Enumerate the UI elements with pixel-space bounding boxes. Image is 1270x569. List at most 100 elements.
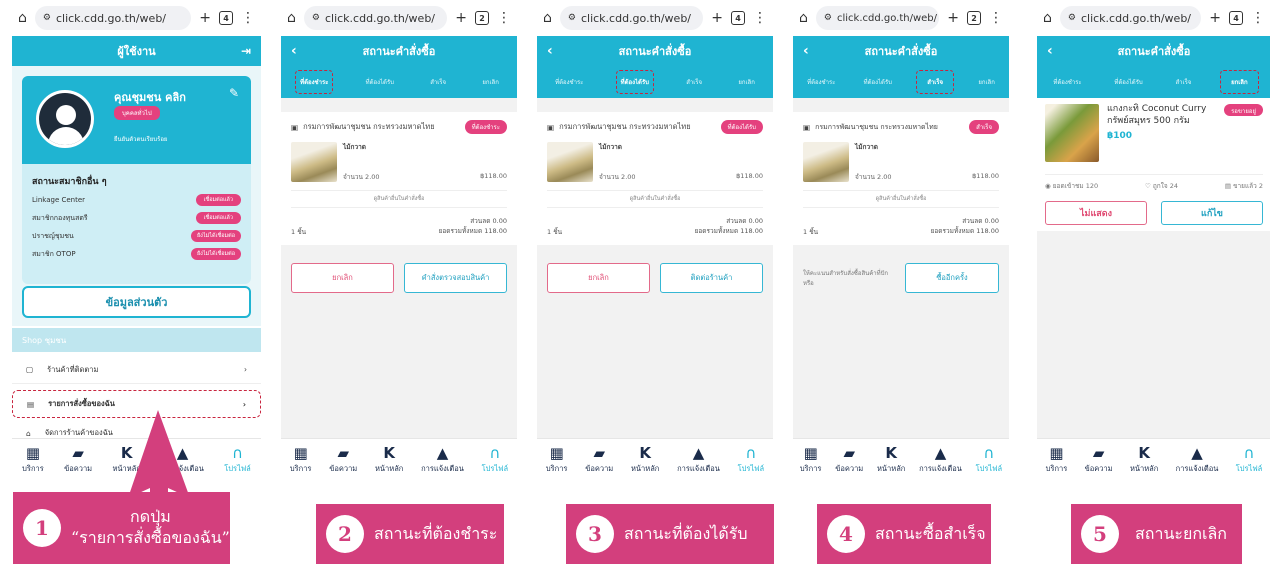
tab-to-receive[interactable]: ที่ต้องได้รับ	[615, 70, 654, 94]
url-bar[interactable]: ⚙ click.cdd.go.th/web/	[303, 6, 448, 30]
logout-icon[interactable]: ⇥	[241, 44, 251, 58]
cancel-button[interactable]: ยกเลิก	[291, 262, 394, 293]
nav-home[interactable]: K หน้าหลัก	[631, 446, 659, 475]
tab-completed[interactable]: สำเร็จ	[682, 71, 706, 93]
tab-to-receive[interactable]: ที่ต้องได้รับ	[860, 71, 896, 93]
check-order-button[interactable]: คำสั่งตรวจสอบสินค้า	[404, 262, 507, 293]
tab-completed[interactable]: สำเร็จ	[916, 70, 955, 94]
back-icon[interactable]: ‹	[1047, 43, 1053, 59]
chat-icon: ▰	[843, 444, 855, 462]
profile-icon: ∩	[983, 444, 995, 462]
tab-count[interactable]: 2	[967, 11, 981, 25]
nav-messages[interactable]: ▰ ข้อความ	[585, 446, 613, 475]
order-card[interactable]: ▣ กรมการพัฒนาชุมชน กระทรวงมหาดไทย ที่ต้องช…	[281, 112, 517, 245]
tab-to-receive[interactable]: ที่ต้องได้รับ	[362, 71, 398, 93]
membership-button[interactable]: เชื่อมต่อแล้ว	[195, 194, 241, 206]
membership-button[interactable]: เชื่อมต่อแล้ว	[195, 212, 241, 224]
tab-to-receive[interactable]: ที่ต้องได้รับ	[1110, 71, 1146, 93]
status-badge: รอขายอยู่	[1224, 104, 1263, 116]
home-icon[interactable]: ⌂	[18, 10, 27, 26]
nav-profile[interactable]: ∩ โปรไฟล์	[976, 446, 1003, 475]
tab-to-pay[interactable]: ที่ต้องชำระ	[1049, 71, 1085, 93]
cancel-button[interactable]: ยกเลิก	[547, 262, 650, 293]
nav-messages[interactable]: ▰ ข้อความ	[329, 446, 357, 475]
menu-icon[interactable]: ⋮	[989, 10, 1003, 26]
new-tab-icon[interactable]: +	[455, 10, 467, 26]
nav-services[interactable]: ▦ บริการ	[1046, 446, 1068, 475]
edit-button[interactable]: แก้ไข	[1161, 201, 1263, 225]
tab-count[interactable]: 2	[475, 11, 489, 25]
tab-completed[interactable]: สำเร็จ	[1172, 71, 1196, 93]
tab-count[interactable]: 4	[219, 11, 233, 25]
nav-services[interactable]: ▦ บริการ	[290, 446, 312, 475]
nav-profile[interactable]: ∩ โปรไฟล์	[224, 446, 251, 475]
profile-icon: ∩	[745, 444, 757, 462]
menu-icon[interactable]: ⋮	[241, 10, 255, 26]
back-icon[interactable]: ‹	[547, 43, 553, 59]
membership-button[interactable]: ยังไม่ได้เชื่อมต่อ	[190, 230, 241, 242]
personal-info-button[interactable]: ข้อมูลส่วนตัว	[22, 286, 251, 318]
shop-name: กรมการพัฒนาชุมชน กระทรวงมหาดไทย	[559, 122, 691, 131]
rebuy-button[interactable]: ซื้ออีกครั้ง	[905, 262, 999, 293]
menu-icon[interactable]: ⋮	[1251, 10, 1265, 26]
tab-to-pay[interactable]: ที่ต้องชำระ	[295, 70, 334, 94]
nav-notifications[interactable]: ▲ การแจ้งเตือน	[919, 446, 962, 475]
more-items-link[interactable]: ดูสินค้าอื่นในคำสั่งซื้อ	[291, 190, 507, 208]
new-tab-icon[interactable]: +	[947, 10, 959, 26]
nav-messages[interactable]: ▰ ข้อความ	[835, 446, 863, 475]
nav-home[interactable]: K หน้าหลัก	[1130, 446, 1158, 475]
url-bar[interactable]: ⚙ click.cdd.go.th/web/	[1059, 6, 1202, 30]
nav-notifications[interactable]: ▲ การแจ้งเตือน	[1176, 446, 1219, 475]
product-image	[1045, 104, 1099, 162]
new-tab-icon[interactable]: +	[711, 10, 723, 26]
menu-icon[interactable]: ⋮	[497, 10, 511, 26]
nav-profile[interactable]: ∩ โปรไฟล์	[738, 446, 765, 475]
nav-messages[interactable]: ▰ ข้อความ	[1085, 446, 1113, 475]
edit-icon[interactable]: ✎	[229, 86, 239, 100]
nav-services[interactable]: ▦ บริการ	[800, 446, 822, 475]
tab-to-pay[interactable]: ที่ต้องชำระ	[803, 71, 839, 93]
tab-cancelled[interactable]: ยกเลิก	[1220, 70, 1259, 94]
nav-services[interactable]: ▦ บริการ	[22, 446, 44, 475]
contact-shop-button[interactable]: ติดต่อร้านค้า	[660, 262, 763, 293]
home-icon[interactable]: ⌂	[1043, 10, 1052, 26]
nav-profile[interactable]: ∩ โปรไฟล์	[1236, 446, 1263, 475]
verified-text: ยืนยันตัวตนเรียบร้อย	[114, 136, 168, 143]
menu-icon[interactable]: ⋮	[753, 10, 767, 26]
back-icon[interactable]: ‹	[291, 43, 297, 59]
nav-home[interactable]: K หน้าหลัก	[375, 446, 403, 475]
home-icon[interactable]: ⌂	[543, 10, 552, 26]
tab-completed[interactable]: สำเร็จ	[426, 71, 450, 93]
more-items-link[interactable]: ดูสินค้าอื่นในคำสั่งซื้อ	[803, 190, 999, 208]
tab-count[interactable]: 4	[1229, 11, 1243, 25]
nav-notifications[interactable]: ▲ การแจ้งเตือน	[677, 446, 720, 475]
hide-button[interactable]: ไม่แสดง	[1045, 201, 1147, 225]
product-card[interactable]: แกงกะทิ Coconut Curry กรัพย์สมุทร 500 กร…	[1037, 98, 1270, 231]
menu-followed-shops[interactable]: ▢ ร้านค้าที่ติดตาม ›	[12, 356, 261, 384]
item-count: 1 ชิ้น	[291, 227, 307, 236]
url-bar[interactable]: ⚙ click.cdd.go.th/web/	[34, 6, 192, 30]
membership-button[interactable]: ยังไม่ได้เชื่อมต่อ	[190, 248, 241, 260]
membership-title: สถานะสมาชิกอื่น ๆ	[32, 177, 107, 187]
back-icon[interactable]: ‹	[803, 43, 809, 59]
nav-services[interactable]: ▦ บริการ	[546, 446, 568, 475]
tab-cancelled[interactable]: ยกเลิก	[478, 71, 503, 93]
order-card[interactable]: ▣ กรมการพัฒนาชุมชน กระทรวงมหาดไทย สำเร็จ ไ…	[793, 112, 1009, 245]
nav-home[interactable]: K หน้าหลัก	[877, 446, 905, 475]
tab-to-pay[interactable]: ที่ต้องชำระ	[551, 71, 587, 93]
more-items-link[interactable]: ดูสินค้าอื่นในคำสั่งซื้อ	[547, 190, 763, 208]
tab-cancelled[interactable]: ยกเลิก	[734, 71, 759, 93]
new-tab-icon[interactable]: +	[199, 10, 211, 26]
home-icon[interactable]: ⌂	[799, 10, 808, 26]
home-icon[interactable]: ⌂	[287, 10, 296, 26]
order-card[interactable]: ▣ กรมการพัฒนาชุมชน กระทรวงมหาดไทย ที่ต้องไ…	[537, 112, 773, 245]
url-bar[interactable]: ⚙ click.cdd.go.th/web/	[559, 6, 704, 30]
tab-cancelled[interactable]: ยกเลิก	[974, 71, 999, 93]
nav-messages[interactable]: ▰ ข้อความ	[64, 446, 92, 475]
tab-count[interactable]: 4	[731, 11, 745, 25]
nav-profile[interactable]: ∩ โปรไฟล์	[482, 446, 509, 475]
discount: ส่วนลด 0.00	[962, 217, 999, 225]
new-tab-icon[interactable]: +	[1209, 10, 1221, 26]
nav-notifications[interactable]: ▲ การแจ้งเตือน	[421, 446, 464, 475]
url-bar[interactable]: ⚙ click.cdd.go.th/web/	[815, 6, 940, 30]
